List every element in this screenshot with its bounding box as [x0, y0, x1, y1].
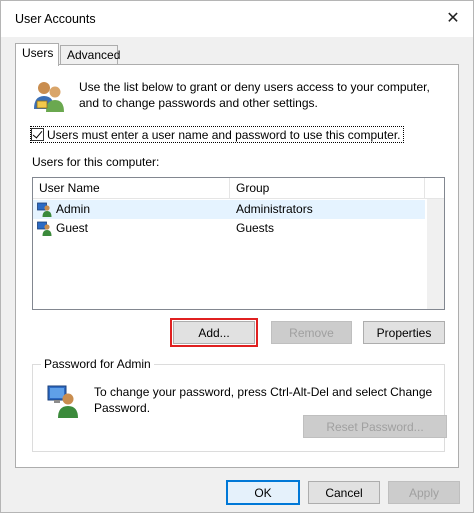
user-name-text: Admin: [56, 202, 91, 216]
users-group-icon: [34, 82, 64, 112]
users-list[interactable]: User Name Group Admin Administrators Gue…: [32, 177, 445, 310]
list-scroll-area: [427, 199, 444, 309]
cancel-button[interactable]: Cancel: [308, 481, 380, 504]
user-name-text: Guest: [56, 221, 89, 235]
users-list-label: Users for this computer:: [32, 155, 160, 169]
remove-user-button[interactable]: Remove: [271, 321, 352, 344]
title-bar: User Accounts ✕: [1, 1, 473, 37]
user-group-cell: Administrators: [236, 202, 313, 216]
ok-button[interactable]: OK: [226, 480, 300, 505]
password-instructions: To change your password, press Ctrl-Alt-…: [94, 385, 433, 415]
column-header-group[interactable]: Group: [230, 178, 425, 199]
reset-password-button[interactable]: Reset Password...: [303, 415, 447, 438]
password-group-title: Password for Admin: [41, 357, 154, 371]
column-header-user-name[interactable]: User Name: [33, 178, 230, 199]
intro-text: Use the list below to grant or deny user…: [79, 80, 430, 110]
user-icon: [37, 221, 52, 236]
user-accounts-dialog: User Accounts ✕ Advanced Users Use the l…: [0, 0, 474, 513]
users-tab-panel: Use the list below to grant or deny user…: [15, 64, 459, 468]
close-icon[interactable]: ✕: [439, 5, 467, 31]
user-name-cell: Admin: [37, 200, 90, 219]
window-title: User Accounts: [15, 12, 96, 26]
list-header: User Name Group: [33, 178, 444, 199]
properties-button[interactable]: Properties: [363, 321, 445, 344]
tab-users[interactable]: Users: [15, 43, 59, 66]
require-login-label: Users must enter a user name and passwor…: [47, 127, 401, 142]
user-icon: [37, 202, 52, 217]
password-groupbox: Password for Admin To change your passwo…: [32, 357, 447, 452]
user-group-cell: Guests: [236, 221, 275, 235]
apply-button[interactable]: Apply: [388, 481, 460, 504]
add-user-button[interactable]: Add...: [170, 318, 258, 347]
require-login-checkbox[interactable]: Users must enter a user name and passwor…: [30, 126, 404, 143]
user-computer-icon: [47, 385, 78, 418]
user-name-cell: Guest: [37, 219, 88, 238]
table-row[interactable]: Admin Administrators: [33, 200, 425, 219]
checkbox-checked-icon[interactable]: [31, 128, 44, 141]
table-row[interactable]: Guest Guests: [33, 219, 425, 238]
tab-advanced[interactable]: Advanced: [60, 45, 120, 65]
